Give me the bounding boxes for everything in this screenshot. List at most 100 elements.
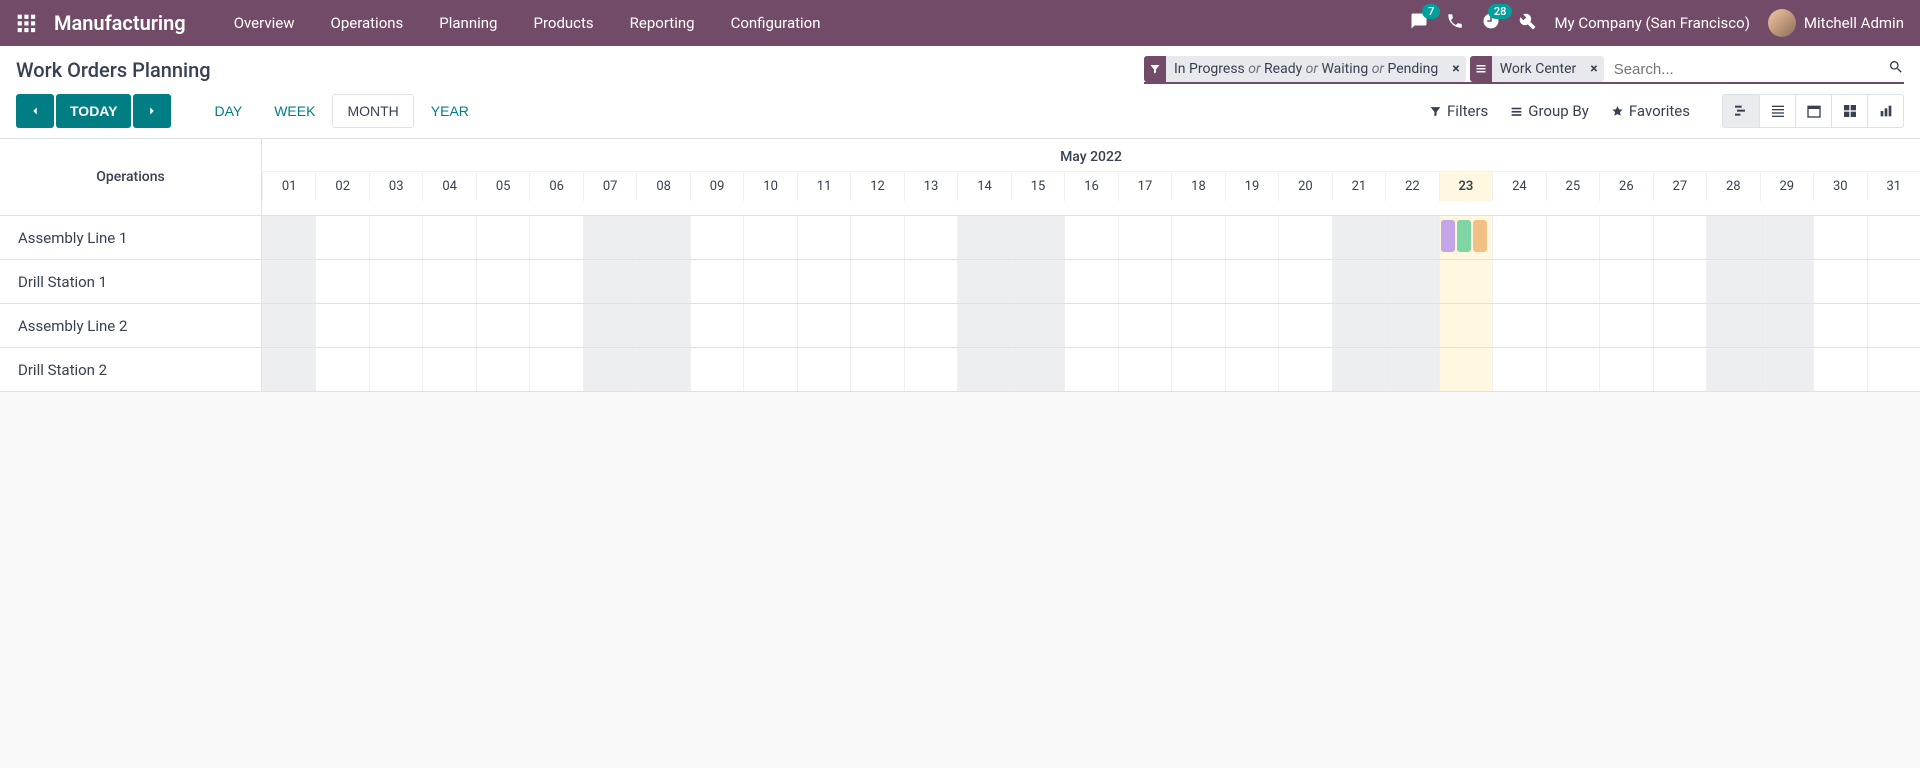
gantt-cell[interactable] <box>1867 348 1920 391</box>
gantt-row-cells[interactable] <box>262 260 1920 303</box>
gantt-cell[interactable] <box>1760 216 1813 259</box>
gantt-cell[interactable] <box>1439 304 1492 347</box>
tools-icon[interactable] <box>1518 12 1536 34</box>
gantt-cell[interactable] <box>1064 260 1117 303</box>
gantt-pill[interactable] <box>1473 220 1487 252</box>
gantt-cell[interactable] <box>1171 260 1224 303</box>
gantt-cell[interactable] <box>1492 260 1545 303</box>
gantt-cell[interactable] <box>315 348 368 391</box>
phone-icon[interactable] <box>1446 12 1464 34</box>
gantt-cell[interactable] <box>957 348 1010 391</box>
gantt-cell[interactable] <box>1171 216 1224 259</box>
filter-facet-remove[interactable]: × <box>1446 61 1465 77</box>
gantt-cell[interactable] <box>315 216 368 259</box>
gantt-pill[interactable] <box>1457 220 1471 252</box>
messages-icon[interactable]: 7 <box>1410 12 1428 34</box>
gantt-cell[interactable] <box>690 348 743 391</box>
graph-view-button[interactable] <box>1867 95 1903 127</box>
gantt-cell[interactable] <box>422 216 475 259</box>
gantt-cell[interactable] <box>1439 348 1492 391</box>
gantt-cell[interactable] <box>1118 216 1171 259</box>
nav-item-products[interactable]: Products <box>515 0 611 46</box>
gantt-cell[interactable] <box>315 304 368 347</box>
gantt-cell[interactable] <box>1599 304 1652 347</box>
gantt-cell[interactable] <box>1599 260 1652 303</box>
prev-button[interactable] <box>16 94 54 128</box>
gantt-pill[interactable] <box>1441 220 1455 252</box>
gantt-cell[interactable] <box>1278 216 1331 259</box>
gantt-cell[interactable] <box>1653 260 1706 303</box>
gantt-cell[interactable] <box>529 304 582 347</box>
gantt-cell[interactable] <box>1332 348 1385 391</box>
gantt-cell[interactable] <box>797 348 850 391</box>
gantt-cell[interactable] <box>1813 216 1866 259</box>
gantt-cell[interactable] <box>1278 348 1331 391</box>
nav-item-operations[interactable]: Operations <box>313 0 422 46</box>
activities-icon[interactable]: 28 <box>1482 12 1500 34</box>
gantt-row-label[interactable]: Drill Station 2 <box>0 348 262 391</box>
gantt-cell[interactable] <box>476 216 529 259</box>
gantt-cell[interactable] <box>1599 348 1652 391</box>
gantt-cell[interactable] <box>1867 304 1920 347</box>
gantt-cell[interactable] <box>904 348 957 391</box>
gantt-cell[interactable] <box>1706 260 1759 303</box>
gantt-cell[interactable] <box>957 304 1010 347</box>
nav-item-overview[interactable]: Overview <box>216 0 313 46</box>
gantt-row-label[interactable]: Assembly Line 1 <box>0 216 262 259</box>
gantt-cell[interactable] <box>1653 216 1706 259</box>
gantt-row-cells[interactable] <box>262 348 1920 391</box>
gantt-cell[interactable] <box>1760 304 1813 347</box>
gantt-cell[interactable] <box>262 260 315 303</box>
gantt-cell[interactable] <box>422 304 475 347</box>
gantt-cell[interactable] <box>636 216 689 259</box>
gantt-cell[interactable] <box>1225 216 1278 259</box>
gantt-cell[interactable] <box>1867 260 1920 303</box>
nav-item-reporting[interactable]: Reporting <box>612 0 713 46</box>
gantt-cell[interactable] <box>850 348 903 391</box>
gantt-cell[interactable] <box>1225 348 1278 391</box>
next-button[interactable] <box>133 94 171 128</box>
gantt-view-button[interactable] <box>1723 95 1759 127</box>
gantt-cell[interactable] <box>1011 216 1064 259</box>
calendar-view-button[interactable] <box>1795 95 1831 127</box>
gantt-cell[interactable] <box>690 260 743 303</box>
gantt-cell[interactable] <box>850 216 903 259</box>
gantt-cell[interactable] <box>1546 216 1599 259</box>
gantt-cell[interactable] <box>1278 304 1331 347</box>
gantt-cell[interactable] <box>1011 304 1064 347</box>
gantt-cell[interactable] <box>1118 304 1171 347</box>
gantt-cell[interactable] <box>1760 260 1813 303</box>
gantt-cell[interactable] <box>1706 348 1759 391</box>
gantt-row-cells[interactable] <box>262 304 1920 347</box>
gantt-cell[interactable] <box>583 304 636 347</box>
search-bar[interactable]: In Progress or Ready or Waiting or Pendi… <box>1144 56 1904 84</box>
gantt-cell[interactable] <box>636 348 689 391</box>
gantt-cell[interactable] <box>1011 348 1064 391</box>
gantt-cell[interactable] <box>850 304 903 347</box>
gantt-cell[interactable] <box>1225 304 1278 347</box>
gantt-cell[interactable] <box>369 304 422 347</box>
gantt-cell[interactable] <box>369 348 422 391</box>
gantt-cell[interactable] <box>1546 348 1599 391</box>
gantt-cell[interactable] <box>1171 348 1224 391</box>
gantt-cell[interactable] <box>1278 260 1331 303</box>
gantt-cell[interactable] <box>743 216 796 259</box>
gantt-cell[interactable] <box>1225 260 1278 303</box>
today-button[interactable]: TODAY <box>56 94 131 128</box>
gantt-cell[interactable] <box>1653 304 1706 347</box>
gantt-cell[interactable] <box>957 216 1010 259</box>
gantt-cell[interactable] <box>1706 304 1759 347</box>
gantt-cell[interactable] <box>1011 260 1064 303</box>
gantt-cell[interactable] <box>476 348 529 391</box>
gantt-cell[interactable] <box>1813 260 1866 303</box>
gantt-cell[interactable] <box>583 348 636 391</box>
user-menu[interactable]: Mitchell Admin <box>1768 9 1904 37</box>
gantt-cell[interactable] <box>743 260 796 303</box>
gantt-cell[interactable] <box>422 348 475 391</box>
gantt-cell[interactable] <box>262 304 315 347</box>
gantt-cell[interactable] <box>529 260 582 303</box>
search-input[interactable] <box>1608 57 1880 82</box>
gantt-cell[interactable] <box>904 304 957 347</box>
company-switcher[interactable]: My Company (San Francisco) <box>1554 14 1749 32</box>
gantt-cell[interactable] <box>1385 260 1438 303</box>
